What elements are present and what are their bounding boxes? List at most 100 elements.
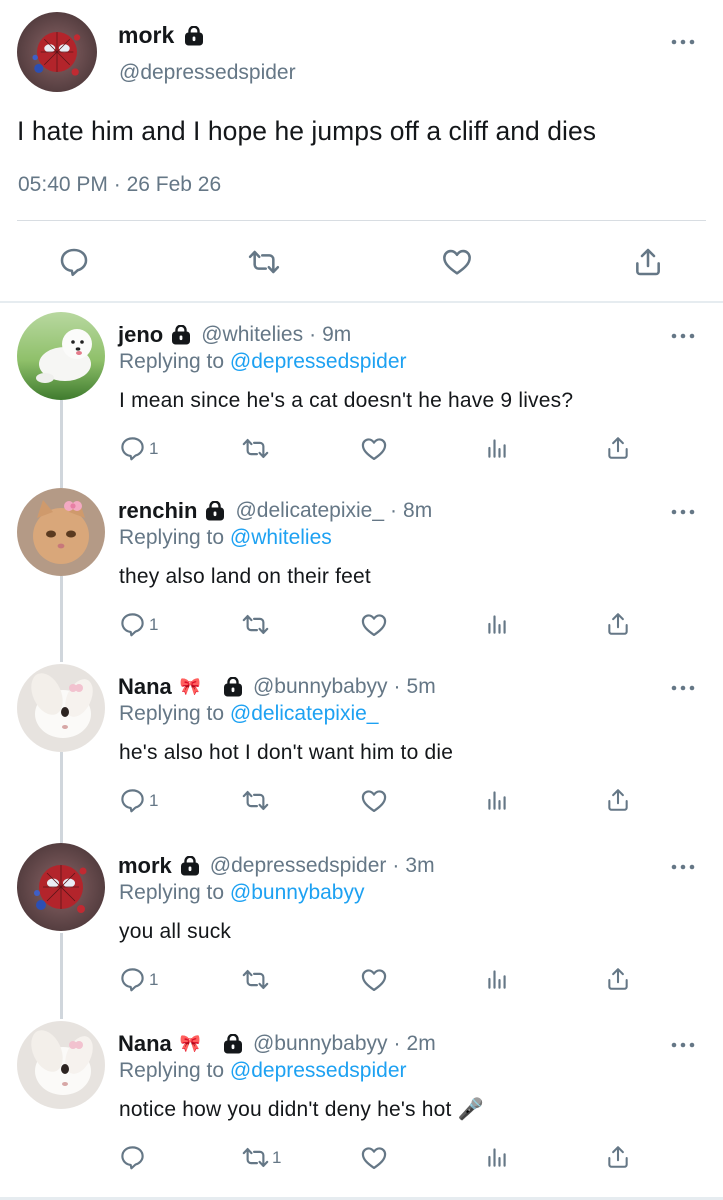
more-icon[interactable] [671,684,695,692]
tweet-age[interactable]: 5m [407,675,436,699]
replying-to: Replying to @depressedspider [119,350,407,374]
author-name[interactable]: Nana [118,674,172,700]
share-button[interactable] [605,435,631,461]
retweet-icon[interactable] [248,246,280,278]
author-name[interactable]: Nana [118,1031,172,1057]
author-handle[interactable]: @whitelies [201,323,303,347]
author-handle[interactable]: @bunnybabyy [253,1032,388,1056]
more-icon[interactable] [671,508,695,516]
avatar[interactable] [17,12,97,92]
share-icon [605,1144,631,1170]
tweet-text: you all suck [119,920,232,943]
author-name[interactable]: renchin [118,498,197,524]
reply-header: jeno @whitelies · 9m [118,322,351,348]
author-name[interactable]: mork [118,853,172,879]
analytics-button[interactable] [484,1144,510,1170]
author-name[interactable]: jeno [118,322,163,348]
analytics-button[interactable] [484,435,510,461]
author-handle[interactable]: @depressedspider [119,61,296,85]
reply-count: 1 [149,438,159,458]
tweet-age[interactable]: 3m [405,854,434,878]
author-name[interactable]: mork [118,22,174,49]
separator: · [392,854,400,877]
tweet-age[interactable]: 9m [322,323,351,347]
avatar[interactable] [17,843,105,931]
more-icon[interactable] [671,863,695,871]
reply-icon[interactable] [58,246,90,278]
share-icon[interactable] [632,246,664,278]
like-button[interactable] [360,787,388,815]
like-button[interactable] [360,1144,388,1172]
bow-emoji: 🎀 [179,1034,201,1053]
author-handle[interactable]: @delicatepixie_ [235,499,384,523]
share-button[interactable] [605,966,631,992]
avatar[interactable] [17,312,105,400]
reply-count: 1 [149,614,159,634]
retweet-icon [242,1144,269,1171]
action-bar: 1 [0,787,723,817]
share-button[interactable] [605,1144,631,1170]
retweet-button[interactable] [242,787,272,814]
tweet-age[interactable]: 8m [403,499,432,523]
retweet-button[interactable] [242,966,272,993]
lock-icon [205,501,225,521]
heart-icon[interactable] [441,246,473,278]
like-button[interactable] [360,435,388,463]
avatar[interactable] [17,488,105,576]
reply-button[interactable]: 1 [119,611,158,638]
heart-icon [360,611,388,639]
tweet-text: they also land on their feet [119,565,371,588]
replying-to: Replying to @depressedspider [119,1059,407,1083]
analytics-button[interactable] [484,787,510,813]
mention-link[interactable]: @depressedspider [230,1059,407,1082]
separator: · [390,499,398,522]
share-button[interactable] [605,611,631,637]
reply-header: renchin @delicatepixie_ · 8m [118,498,432,524]
retweet-button[interactable] [242,611,272,638]
avatar[interactable] [17,1021,105,1109]
share-icon [605,435,631,461]
author-handle[interactable]: @bunnybabyy [253,675,388,699]
retweet-icon [242,611,269,638]
avatar[interactable] [17,664,105,752]
divider [17,220,706,221]
tweet-text: I hate him and I hope he jumps off a cli… [17,116,597,146]
reply-button[interactable]: 1 [119,787,158,814]
like-button[interactable] [360,611,388,639]
retweet-button[interactable]: 1 [242,1144,281,1171]
bow-emoji: 🎀 [179,677,201,696]
tweet-age[interactable]: 2m [407,1032,436,1056]
mention-link[interactable]: @bunnybabyy [230,881,365,904]
reply-button[interactable]: 1 [119,435,158,462]
author-name-row: mork [118,22,204,49]
reply-button[interactable] [119,1144,149,1171]
mention-link[interactable]: @delicatepixie_ [230,702,379,725]
retweet-button[interactable] [242,435,272,462]
more-icon[interactable] [671,38,695,46]
mention-link[interactable]: @whitelies [230,526,332,549]
mention-link[interactable]: @depressedspider [230,350,407,373]
more-icon[interactable] [671,332,695,340]
lock-icon [223,677,243,697]
reply-button[interactable]: 1 [119,966,158,993]
replying-to: Replying to @delicatepixie_ [119,702,378,726]
analytics-button[interactable] [484,611,510,637]
share-button[interactable] [605,787,631,813]
action-bar: 1 [0,966,723,996]
share-icon [605,611,631,637]
replying-prefix: Replying to [119,881,225,904]
reply-icon [119,435,146,462]
like-button[interactable] [360,966,388,994]
reply-icon [119,1144,146,1171]
author-handle[interactable]: @depressedspider [210,854,387,878]
more-icon[interactable] [671,1041,695,1049]
tweet-text: he's also hot I don't want him to die [119,741,454,764]
analytics-button[interactable] [484,966,510,992]
reply-count: 1 [149,969,159,989]
microphone-emoji: 🎤 [457,1098,484,1121]
reply-icon [119,611,146,638]
tweet-text-body: notice how you didn't deny he's hot [119,1098,452,1121]
analytics-icon [484,611,510,637]
separator: · [393,675,401,698]
lock-icon [180,856,200,876]
